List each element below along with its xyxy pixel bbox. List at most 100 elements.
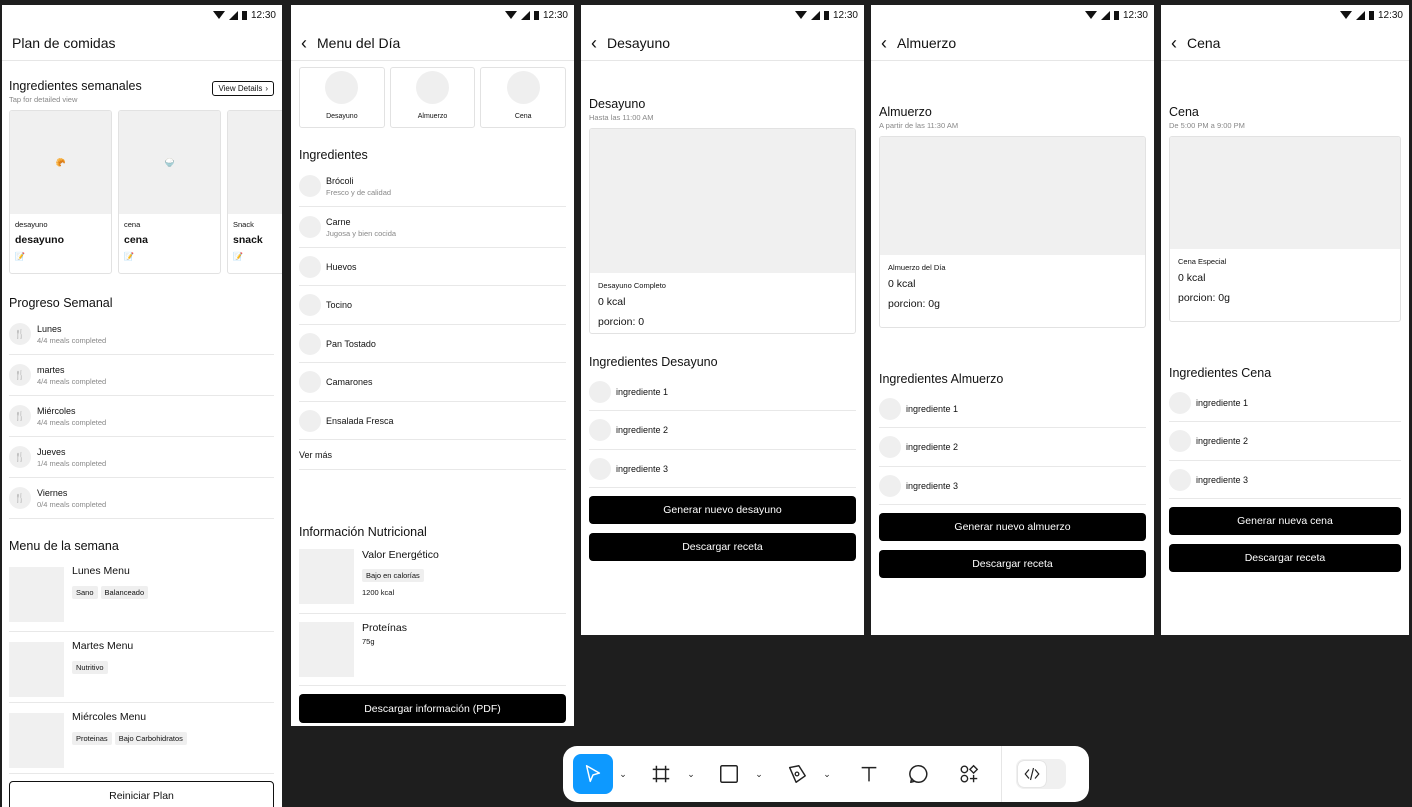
nutrition-row[interactable]: Valor Energético Bajo en calorías 1200 k… xyxy=(299,549,566,614)
ingredient-row[interactable]: Brócoli Fresco y de calidad xyxy=(299,166,566,207)
dinner-screen: 12:30 ‹ Cena Cena De 5:00 PM a 9:00 PM C… xyxy=(1161,5,1409,635)
download-recipe-button[interactable]: Descargar receta xyxy=(879,550,1146,578)
ingredient-image xyxy=(1169,391,1191,414)
move-tool[interactable] xyxy=(573,754,613,794)
ingredient-row[interactable]: ingrediente 3 xyxy=(879,467,1146,505)
week-menu-row[interactable]: Martes Menu Nutritivo xyxy=(9,632,274,703)
status-bar: 12:30 xyxy=(291,5,574,25)
meal-card[interactable]: Cena Especial 0 kcal porcion: 0g xyxy=(1169,136,1401,322)
ingredient-row[interactable]: ingrediente 1 xyxy=(1169,384,1401,422)
ingredient-row[interactable]: ingrediente 3 xyxy=(1169,461,1401,499)
ingredient-row[interactable]: ingrediente 2 xyxy=(879,428,1146,467)
generate-lunch-button[interactable]: Generar nuevo almuerzo xyxy=(879,513,1146,541)
ingredient-row[interactable]: ingrediente 1 xyxy=(589,373,856,411)
wifi-icon xyxy=(794,11,807,19)
comment-icon xyxy=(909,765,928,783)
download-recipe-button[interactable]: Descargar receta xyxy=(1169,544,1401,572)
week-menu-row[interactable]: Lunes Menu Sano Balanceado xyxy=(9,561,274,632)
status-time: 12:30 xyxy=(542,9,568,21)
menu-thumbnail xyxy=(9,713,64,768)
chevron-down-icon[interactable]: ⌄ xyxy=(817,769,837,780)
meal-image xyxy=(325,71,359,104)
download-recipe-button[interactable]: Descargar receta xyxy=(589,533,856,561)
comment-tool[interactable] xyxy=(899,754,939,794)
back-arrow-icon[interactable]: ‹ xyxy=(591,34,597,52)
ingredient-card[interactable]: 🥐 desayuno desayuno 📝 xyxy=(9,110,112,274)
ingredient-row[interactable]: ingrediente 2 xyxy=(1169,422,1401,461)
progress-list: 🍴 Lunes 4/4 meals completed 🍴 martes 4/4… xyxy=(9,314,274,519)
week-menu-row[interactable]: Miércoles Menu Proteinas Bajo Carbohidrat… xyxy=(9,703,274,774)
meal-tab-desayuno[interactable]: Desayuno xyxy=(299,67,385,128)
progress-status: 0/4 meals completed xyxy=(37,499,107,509)
chevron-down-icon[interactable]: ⌄ xyxy=(681,769,701,780)
pen-tool[interactable] xyxy=(777,754,817,794)
progress-row[interactable]: 🍴 Jueves 1/4 meals completed xyxy=(9,437,274,478)
nutrition-row[interactable]: Proteínas 75g xyxy=(299,614,566,686)
back-arrow-icon[interactable]: ‹ xyxy=(301,34,307,52)
text-tool[interactable] xyxy=(849,754,889,794)
wifi-icon xyxy=(212,11,225,19)
meal-image xyxy=(416,71,449,104)
ingredient-row[interactable]: ingrediente 3 xyxy=(589,450,856,488)
meal-tab-almuerzo[interactable]: Almuerzo xyxy=(389,67,476,128)
generate-breakfast-button[interactable]: Generar nuevo desayuno xyxy=(589,496,856,524)
components-tool[interactable] xyxy=(949,754,989,794)
ingredient-image xyxy=(299,216,321,238)
chevron-right-icon: › xyxy=(265,84,268,93)
nutrition-name: Valor Energético xyxy=(362,549,439,561)
download-pdf-button[interactable]: Descargar información (PDF) xyxy=(299,694,566,723)
page-title: Cena xyxy=(1187,34,1221,51)
ingredient-row[interactable]: Carne Jugosa y bien cocida xyxy=(299,207,566,248)
ingredient-name: Huevos xyxy=(326,261,357,272)
plan-screen: 12:30 Plan de comidas Ingredientes seman… xyxy=(2,5,282,807)
menu-tag: Nutritivo xyxy=(72,661,108,674)
page-title: Menu del Día xyxy=(317,34,401,51)
frame-tool[interactable] xyxy=(641,754,681,794)
ingredient-row[interactable]: Huevos xyxy=(299,248,566,286)
weekly-ingredient-cards: 🥐 desayuno desayuno 📝 🍚 cena cena 📝 🥪 xyxy=(2,110,282,274)
utensils-icon: 🍴 xyxy=(9,364,31,386)
progress-row[interactable]: 🍴 Viernes 0/4 meals completed xyxy=(9,478,274,519)
ingredient-row[interactable]: ingrediente 2 xyxy=(589,411,856,450)
progress-row[interactable]: 🍴 Miércoles 4/4 meals completed xyxy=(9,396,274,437)
meal-card[interactable]: Almuerzo del Día 0 kcal porcion: 0g xyxy=(879,136,1146,328)
shape-tool[interactable] xyxy=(709,754,749,794)
ingredient-row[interactable]: Tocino xyxy=(299,286,566,325)
ingredient-row[interactable]: Pan Tostado xyxy=(299,325,566,363)
meal-heading: Cena xyxy=(1169,105,1199,119)
signal-icon xyxy=(1100,10,1110,20)
breakfast-screen: 12:30 ‹ Desayuno Desayuno Hasta las 11:0… xyxy=(581,5,864,635)
meal-kcal: 0 kcal xyxy=(1178,272,1206,284)
ingredient-desc: Fresco y de calidad xyxy=(326,187,392,197)
view-details-button[interactable]: View Details › xyxy=(212,81,274,96)
frame-icon xyxy=(652,765,670,783)
toolbar-divider xyxy=(1001,746,1002,802)
ingredient-row[interactable]: Camarones xyxy=(299,363,566,402)
card-category: cena xyxy=(124,220,141,229)
ingredient-image xyxy=(1169,468,1191,491)
back-arrow-icon[interactable]: ‹ xyxy=(881,34,887,52)
weekly-ingredients-subtitle: Tap for detailed view xyxy=(9,95,78,104)
page-title: Desayuno xyxy=(607,34,671,51)
see-more-link[interactable]: Ver más xyxy=(299,440,566,470)
progress-row[interactable]: 🍴 Lunes 4/4 meals completed xyxy=(9,314,274,355)
code-icon xyxy=(1024,767,1040,781)
ingredient-row[interactable]: ingrediente 1 xyxy=(879,390,1146,428)
ingredient-card[interactable]: 🥪 Snack snack 📝 xyxy=(227,110,282,274)
back-arrow-icon[interactable]: ‹ xyxy=(1171,34,1177,52)
ingredient-row[interactable]: Ensalada Fresca xyxy=(299,402,566,440)
meal-ingredient-list: ingrediente 1 ingrediente 2 ingrediente … xyxy=(589,373,856,488)
generate-dinner-button[interactable]: Generar nueva cena xyxy=(1169,507,1401,535)
chevron-down-icon[interactable]: ⌄ xyxy=(749,769,769,780)
status-bar: 12:30 xyxy=(581,5,864,25)
week-menu-title: Menu de la semana xyxy=(9,539,119,553)
meal-tab-cena[interactable]: Cena xyxy=(480,67,567,128)
reset-plan-button[interactable]: Reiniciar Plan xyxy=(9,781,274,807)
ingredient-card[interactable]: 🍚 cena cena 📝 xyxy=(118,110,221,274)
meal-card[interactable]: Desayuno Completo 0 kcal porcion: 0 xyxy=(589,128,856,334)
dev-mode-toggle[interactable] xyxy=(1016,759,1066,789)
pen-icon xyxy=(788,765,806,783)
progress-day: Miércoles xyxy=(37,405,76,416)
progress-row[interactable]: 🍴 martes 4/4 meals completed xyxy=(9,355,274,396)
chevron-down-icon[interactable]: ⌄ xyxy=(613,769,633,780)
